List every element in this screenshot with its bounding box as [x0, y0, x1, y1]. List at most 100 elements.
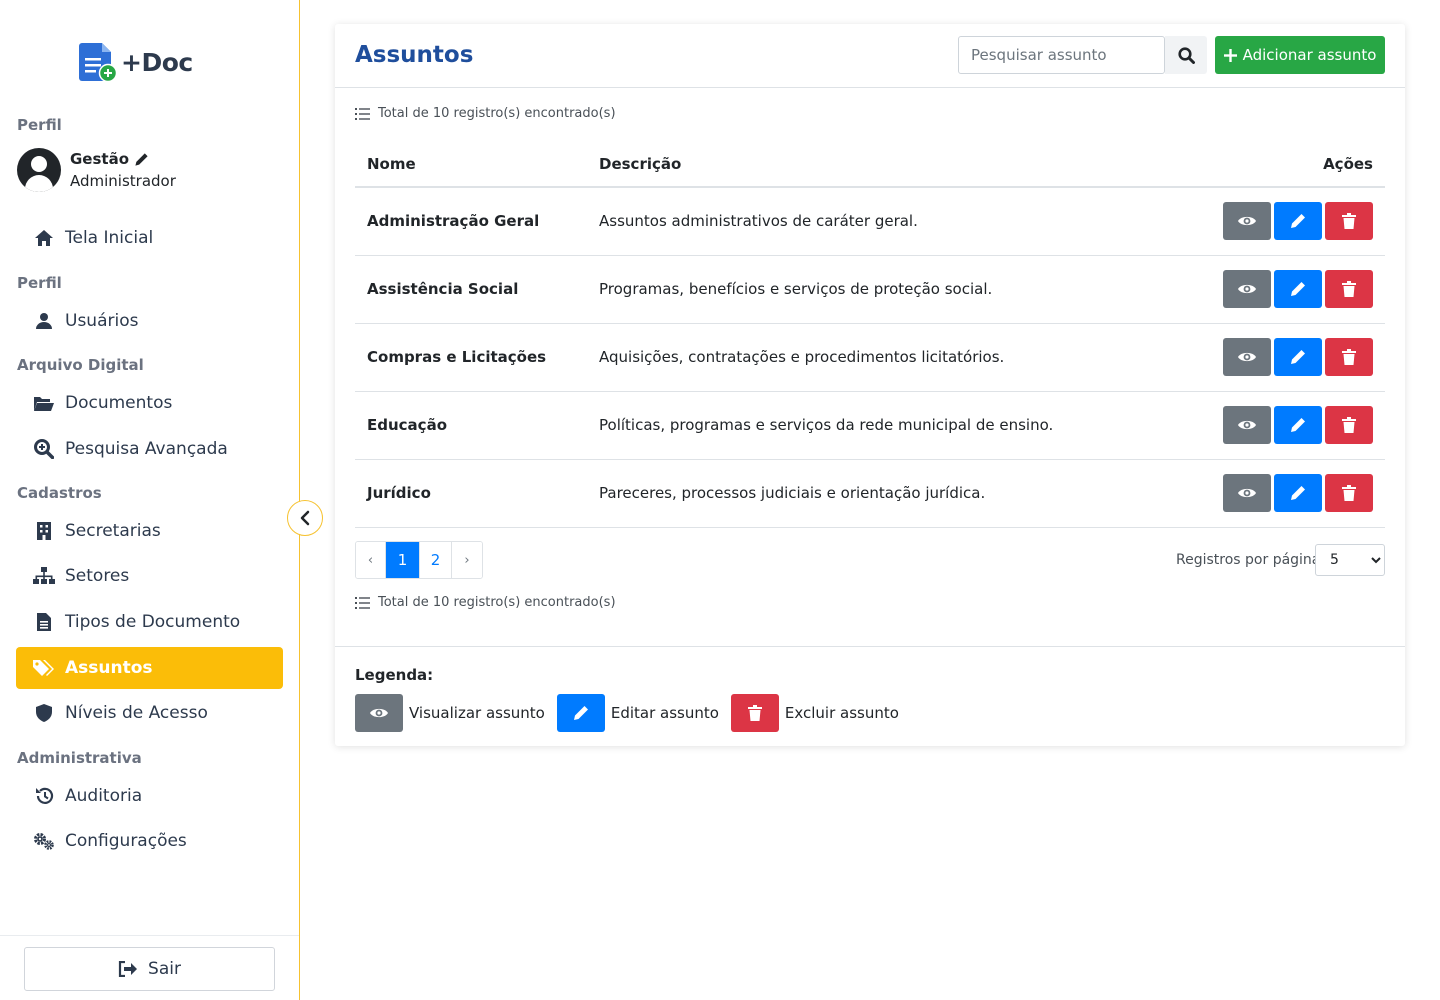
- nav-advanced-search[interactable]: Pesquisa Avançada: [16, 428, 283, 470]
- eye-icon: [1237, 486, 1257, 500]
- legend-title: Legenda:: [355, 666, 434, 684]
- legend-view: Visualizar assunto: [355, 694, 545, 732]
- subject-name: Assistência Social: [355, 255, 587, 324]
- trash-icon: [1342, 281, 1356, 297]
- legend-delete-label: Excluir assunto: [784, 704, 899, 722]
- nav-home[interactable]: Tela Inicial: [16, 217, 283, 259]
- pencil-icon[interactable]: [134, 152, 149, 167]
- section-label-arquivo: Arquivo Digital: [17, 356, 144, 374]
- view-button[interactable]: [1223, 270, 1271, 308]
- row-actions: [1172, 323, 1385, 392]
- per-page-label: Registros por página: [1176, 552, 1321, 568]
- building-icon: [33, 521, 55, 541]
- nav-documents[interactable]: Documentos: [16, 382, 283, 424]
- legend-edit: Editar assunto: [556, 694, 719, 732]
- nav-configuracoes[interactable]: Configurações: [16, 820, 283, 862]
- eye-icon: [1237, 282, 1257, 296]
- sign-out-icon: [118, 961, 138, 977]
- pencil-icon: [1290, 213, 1306, 229]
- section-label-admin: Administrativa: [17, 749, 142, 767]
- pagination-page-1[interactable]: 1: [386, 542, 420, 578]
- view-button[interactable]: [1223, 202, 1271, 241]
- pencil-icon: [1290, 281, 1306, 297]
- table-row: Compras e Licitações Aquisições, contrata…: [355, 323, 1385, 392]
- delete-button[interactable]: [1325, 202, 1373, 241]
- nav-documents-label: Documentos: [65, 393, 173, 413]
- nav-tipos-documento[interactable]: Tipos de Documento: [16, 601, 283, 643]
- subject-description: Assuntos administrativos de caráter gera…: [587, 187, 1173, 256]
- nav-niveis-acesso-label: Níveis de Acesso: [65, 703, 208, 723]
- legend: Legenda: Visualizar assunto Editar assun…: [335, 646, 1405, 746]
- collapse-sidebar-button[interactable]: [287, 500, 323, 536]
- nav-assuntos[interactable]: Assuntos: [16, 647, 283, 689]
- search-input[interactable]: [958, 36, 1165, 74]
- trash-icon: [730, 694, 779, 732]
- view-button[interactable]: [1223, 406, 1271, 444]
- delete-button[interactable]: [1325, 338, 1373, 376]
- subjects-card: Assuntos Adicionar assunto Total de 10 r…: [335, 24, 1405, 746]
- nav-secretarias[interactable]: Secretarias: [16, 510, 283, 552]
- view-button[interactable]: [1223, 474, 1271, 512]
- pagination-prev[interactable]: ‹: [356, 542, 386, 578]
- subjects-table: Nome Descrição Ações Administração Geral…: [355, 141, 1385, 528]
- logout-label: Sair: [148, 959, 181, 979]
- avatar: [17, 148, 61, 192]
- legend-view-label: Visualizar assunto: [409, 704, 545, 722]
- logout-button[interactable]: Sair: [24, 947, 275, 991]
- pagination-next[interactable]: ›: [452, 542, 482, 578]
- card-header: Assuntos Adicionar assunto: [335, 24, 1405, 88]
- user-icon: [33, 311, 55, 331]
- section-label-profile: Perfil: [17, 116, 62, 134]
- nav-setores[interactable]: Setores: [16, 555, 283, 597]
- nav-users[interactable]: Usuários: [16, 300, 283, 342]
- eye-icon: [1237, 350, 1257, 364]
- total-records-bottom: Total de 10 registro(s) encontrado(s): [355, 595, 616, 610]
- add-subject-label: Adicionar assunto: [1242, 46, 1377, 64]
- home-icon: [33, 228, 55, 248]
- column-header-description[interactable]: Descrição: [587, 141, 1173, 188]
- app-logo[interactable]: +Doc: [79, 41, 193, 83]
- table-row: Administração Geral Assuntos administrati…: [355, 187, 1385, 256]
- list-icon: [355, 596, 370, 609]
- nav-auditoria[interactable]: Auditoria: [16, 775, 283, 817]
- pencil-icon: [1290, 485, 1306, 501]
- nav-advanced-search-label: Pesquisa Avançada: [65, 439, 228, 459]
- pagination: ‹ 1 2 ›: [355, 541, 483, 579]
- section-label-cadastros: Cadastros: [17, 484, 102, 502]
- column-header-name[interactable]: Nome: [355, 141, 587, 188]
- user-profile: Gestão Administrador: [17, 148, 176, 192]
- nav-home-label: Tela Inicial: [65, 228, 154, 248]
- nav-niveis-acesso[interactable]: Níveis de Acesso: [16, 692, 283, 734]
- nav-setores-label: Setores: [65, 566, 130, 586]
- delete-button[interactable]: [1325, 270, 1373, 308]
- edit-button[interactable]: [1274, 202, 1322, 241]
- per-page-select[interactable]: 5: [1315, 544, 1385, 576]
- tags-icon: [33, 658, 55, 678]
- profile-role: Administrador: [70, 172, 176, 190]
- pencil-icon: [1290, 349, 1306, 365]
- subject-description: Aquisições, contratações e procedimentos…: [587, 323, 1173, 392]
- edit-button[interactable]: [1274, 338, 1322, 376]
- logout-area: Sair: [0, 935, 299, 1000]
- view-button[interactable]: [1223, 338, 1271, 376]
- search-plus-icon: [33, 439, 55, 459]
- subject-name: Compras e Licitações: [355, 323, 587, 392]
- edit-button[interactable]: [1274, 270, 1322, 308]
- search-icon: [1177, 46, 1195, 64]
- row-actions: [1172, 187, 1385, 256]
- table-row: Jurídico Pareceres, processos judiciais e…: [355, 459, 1385, 528]
- cogs-icon: [33, 831, 55, 851]
- list-icon: [355, 107, 370, 120]
- nav-users-label: Usuários: [65, 311, 139, 331]
- edit-button[interactable]: [1274, 474, 1322, 512]
- edit-button[interactable]: [1274, 406, 1322, 444]
- eye-icon: [355, 694, 403, 732]
- add-subject-button[interactable]: Adicionar assunto: [1215, 36, 1385, 74]
- nav-secretarias-label: Secretarias: [65, 521, 161, 541]
- nav-configuracoes-label: Configurações: [65, 831, 187, 851]
- search-button[interactable]: [1165, 36, 1207, 74]
- pagination-page-2[interactable]: 2: [420, 542, 452, 578]
- delete-button[interactable]: [1325, 474, 1373, 512]
- delete-button[interactable]: [1325, 406, 1373, 444]
- eye-icon: [1237, 418, 1257, 432]
